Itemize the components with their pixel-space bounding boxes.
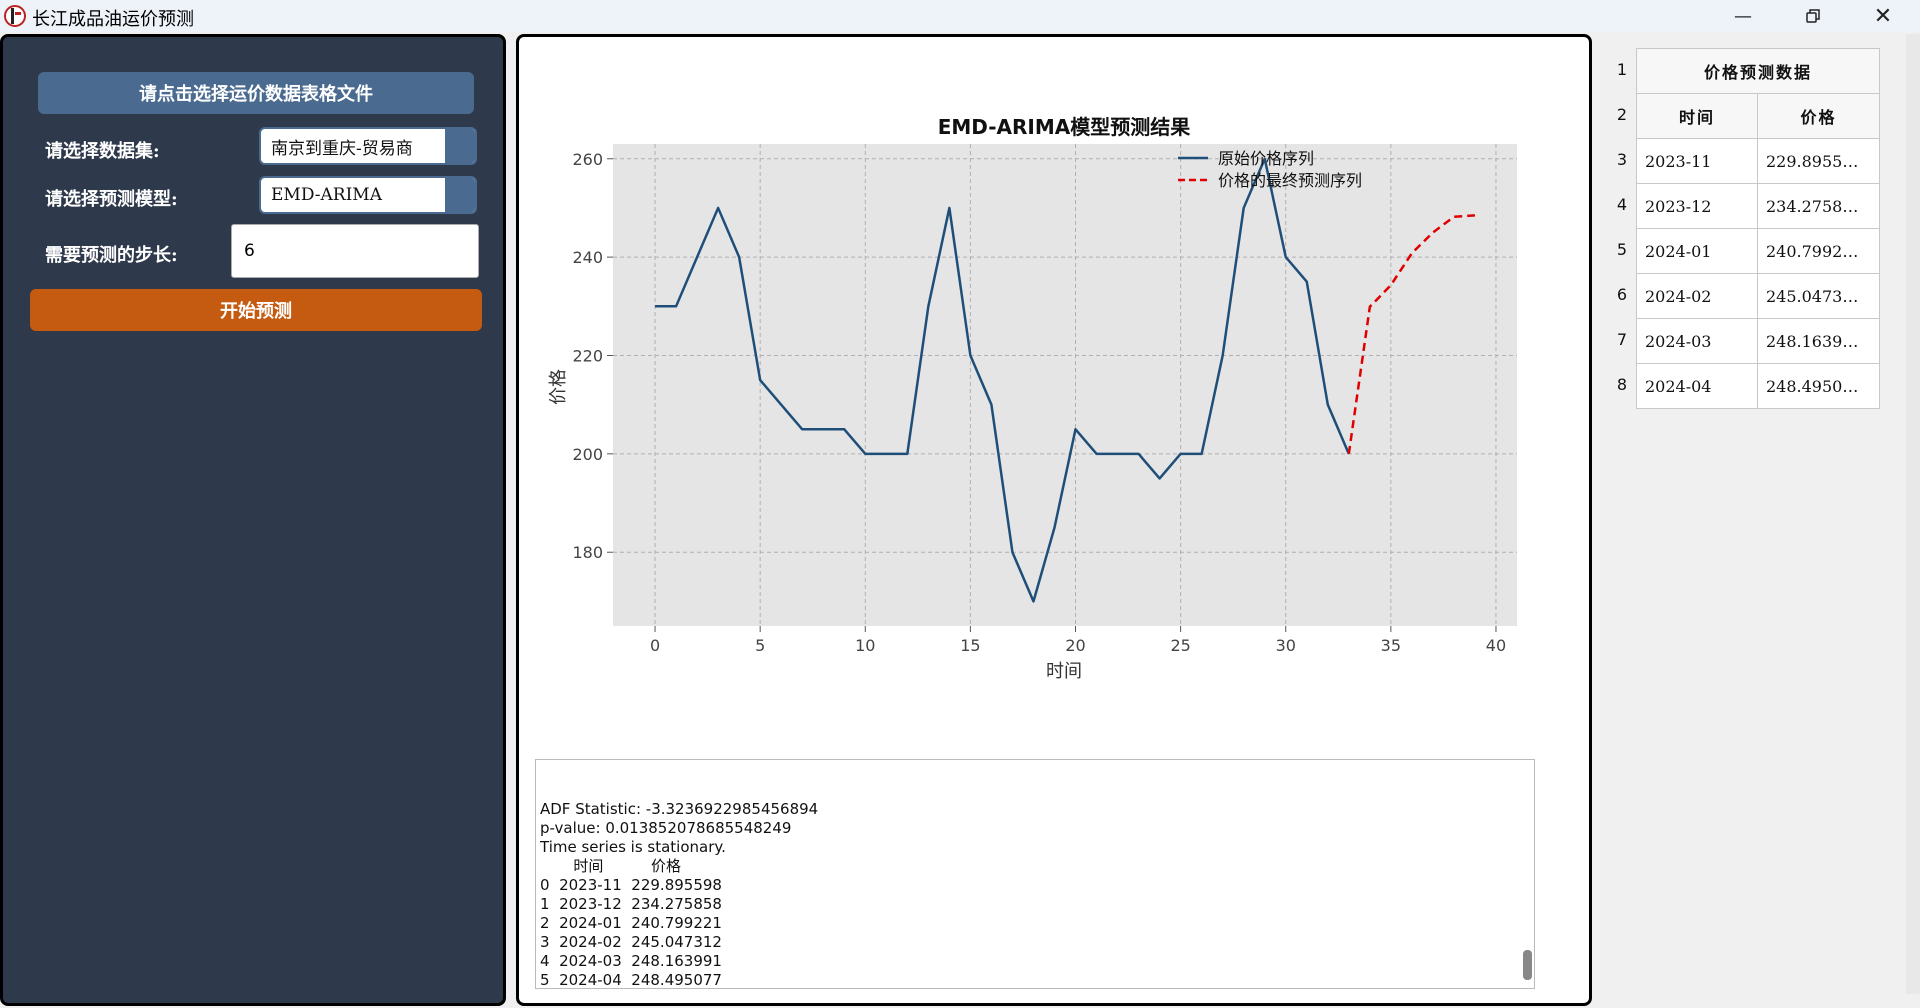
- result-panel: EMD-ARIMA模型预测结果 0 5 10 15 20 25 30 35 40 180 200 22…: [516, 34, 1592, 1006]
- y-tick-label: 220: [572, 346, 603, 365]
- x-tick-label: 30: [1276, 636, 1296, 655]
- console-line: 3 2024-02 245.047312: [540, 933, 722, 951]
- console-line: 0 2023-11 229.895598: [540, 876, 722, 894]
- row-number: 3: [1616, 150, 1628, 169]
- table-cell-price[interactable]: 240.7992…: [1757, 228, 1880, 274]
- x-tick-label: 20: [1065, 636, 1085, 655]
- y-tick-label: 240: [572, 248, 603, 267]
- minimize-icon: —: [1734, 5, 1752, 27]
- x-axis-label: 时间: [1046, 661, 1082, 682]
- model-dropdown-arrow[interactable]: [445, 178, 475, 212]
- row-number: 5: [1616, 240, 1628, 259]
- table-cell-time[interactable]: 2024-03: [1636, 318, 1758, 364]
- dataset-dropdown-arrow[interactable]: [445, 129, 475, 163]
- column-header-time[interactable]: 时间: [1636, 93, 1758, 139]
- x-tick-label: 15: [960, 636, 980, 655]
- row-number: 2: [1616, 105, 1628, 124]
- y-tick-label: 180: [572, 543, 603, 562]
- console-output[interactable]: ADF Statistic: -3.3236922985456894 p-valu…: [535, 759, 1535, 989]
- restore-button[interactable]: [1780, 0, 1846, 32]
- console-line: ADF Statistic: -3.3236922985456894: [540, 800, 819, 818]
- row-number: 7: [1616, 330, 1628, 349]
- table-cell-price[interactable]: 245.0473…: [1757, 273, 1880, 319]
- console-line: 2 2024-01 240.799221: [540, 914, 722, 932]
- y-tick-label: 200: [572, 445, 603, 464]
- console-line: 4 2024-03 248.163991: [540, 952, 722, 970]
- row-number: 8: [1616, 375, 1628, 394]
- console-lines: ADF Statistic: -3.3236922985456894 p-valu…: [540, 800, 1530, 989]
- console-line: 1 2023-12 234.275858: [540, 895, 722, 913]
- console-scrollbar[interactable]: [1523, 950, 1532, 980]
- dataset-label: 请选择数据集:: [45, 141, 160, 162]
- select-file-button[interactable]: 请点击选择运价数据表格文件: [38, 72, 474, 114]
- x-tick-label: 25: [1170, 636, 1190, 655]
- restore-icon: [1806, 9, 1820, 23]
- table-cell-price[interactable]: 229.8955…: [1757, 138, 1880, 184]
- console-line: 时间 价格: [540, 857, 682, 875]
- table-cell-time[interactable]: 2024-02: [1636, 273, 1758, 319]
- console-line: 5 2024-04 248.495077: [540, 971, 722, 989]
- table-cell-time[interactable]: 2024-01: [1636, 228, 1758, 274]
- x-tick-label: 0: [650, 636, 660, 655]
- table-cell-price[interactable]: 234.2758…: [1757, 183, 1880, 229]
- title-bar: 长江成品油运价预测 — ✕: [0, 0, 1920, 32]
- model-select[interactable]: EMD-ARIMA: [259, 176, 477, 214]
- window-title: 长江成品油运价预测: [32, 9, 194, 30]
- table-title-cell[interactable]: 价格预测数据: [1636, 48, 1880, 94]
- y-axis-label: 价格: [548, 369, 569, 405]
- x-tick-label: 10: [855, 636, 875, 655]
- minimize-button[interactable]: —: [1710, 0, 1776, 32]
- x-tick-label: 35: [1381, 636, 1401, 655]
- row-number: 6: [1616, 285, 1628, 304]
- dataset-select-value: 南京到重庆-贸易商: [271, 138, 413, 159]
- row-number: 1: [1616, 60, 1628, 79]
- table-cell-time[interactable]: 2023-11: [1636, 138, 1758, 184]
- table-cell-price[interactable]: 248.1639…: [1757, 318, 1880, 364]
- app-logo-icon: [4, 5, 26, 27]
- x-tick-label: 40: [1486, 636, 1506, 655]
- row-number: 4: [1616, 195, 1628, 214]
- chart-title: EMD-ARIMA模型预测结果: [938, 115, 1191, 139]
- table-cell-price[interactable]: 248.4950…: [1757, 363, 1880, 409]
- dataset-select[interactable]: 南京到重庆-贸易商: [259, 127, 477, 165]
- table-vertical-scrollbar[interactable]: [1906, 34, 1920, 994]
- legend-label: 价格的最终预测序列: [1218, 171, 1362, 190]
- model-select-value: EMD-ARIMA: [271, 185, 382, 205]
- column-header-price[interactable]: 价格: [1757, 93, 1880, 139]
- forecast-chart: EMD-ARIMA模型预测结果 0 5 10 15 20 25 30 35 40 180 200 22…: [548, 115, 1517, 682]
- prediction-table: 1 价格预测数据 2 时间 价格 3 2023-11 229.8955… 4 2…: [1602, 34, 1906, 994]
- y-tick-label: 260: [572, 150, 603, 169]
- table-cell-time[interactable]: 2023-12: [1636, 183, 1758, 229]
- start-predict-button[interactable]: 开始预测: [30, 289, 482, 331]
- close-icon: ✕: [1873, 3, 1893, 29]
- control-panel: 请点击选择运价数据表格文件 请选择数据集: 南京到重庆-贸易商 请选择预测模型:…: [0, 34, 506, 1006]
- table-cell-time[interactable]: 2024-04: [1636, 363, 1758, 409]
- steps-input[interactable]: 6: [231, 224, 479, 278]
- close-button[interactable]: ✕: [1850, 0, 1916, 32]
- x-tick-label: 5: [755, 636, 765, 655]
- legend-label: 原始价格序列: [1218, 149, 1314, 168]
- console-line: Time series is stationary.: [540, 838, 726, 856]
- model-label: 请选择预测模型:: [45, 189, 178, 210]
- plot-area: [613, 144, 1517, 626]
- console-line: p-value: 0.013852078685548249: [540, 819, 792, 837]
- steps-label: 需要预测的步长:: [45, 245, 178, 266]
